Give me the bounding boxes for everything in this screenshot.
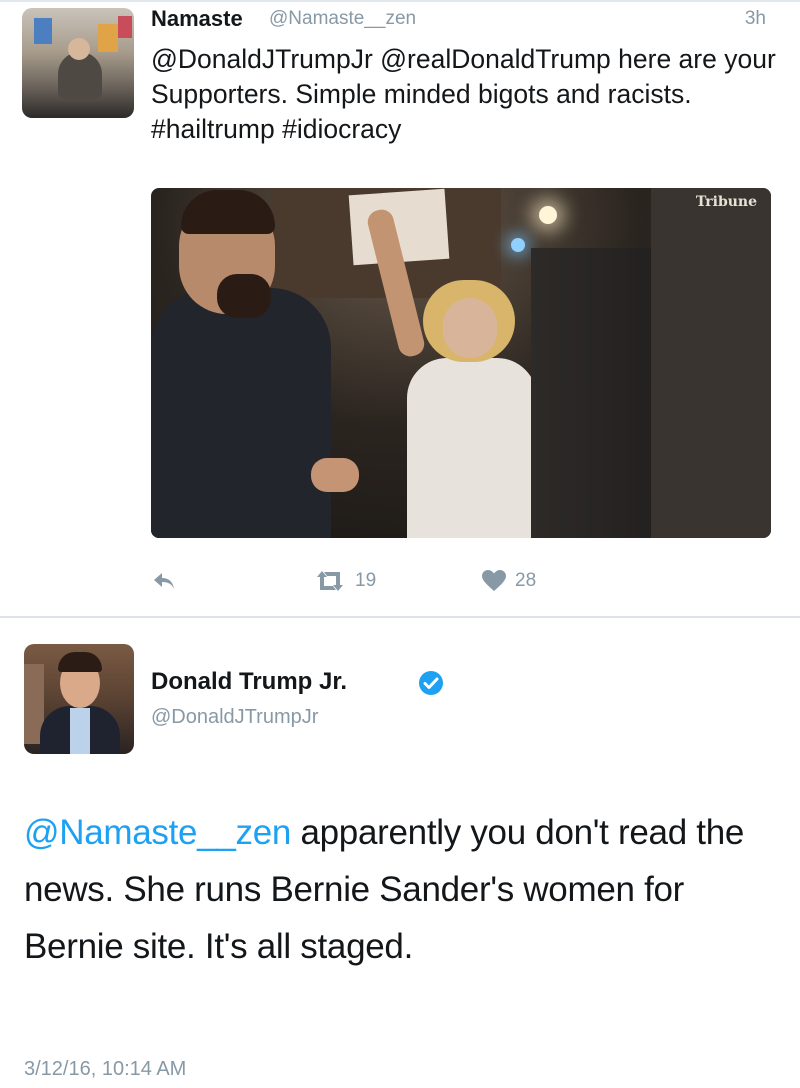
- author-handle[interactable]: @Namaste__zen: [269, 8, 416, 30]
- photo-man-body: [151, 288, 331, 538]
- photo-light: [511, 238, 525, 252]
- tweet-text: @DonaldJTrumpJr @realDonaldTrump here ar…: [151, 44, 776, 144]
- author-name[interactable]: Namaste: [151, 6, 243, 32]
- tweet-timestamp[interactable]: 3/12/16, 10:14 AM: [24, 1058, 186, 1081]
- photo-light: [539, 206, 557, 224]
- avatar-donaldjtrumpjr[interactable]: [24, 644, 134, 754]
- like-count: 28: [515, 570, 537, 591]
- photo-hand: [311, 458, 359, 492]
- photo-woman-face: [443, 298, 497, 358]
- retweet-count: 19: [355, 570, 377, 591]
- avatar-decor: [118, 16, 132, 38]
- avatar-shirt: [70, 708, 90, 754]
- author-name[interactable]: Donald Trump Jr.: [151, 668, 347, 696]
- reply-icon[interactable]: [151, 568, 177, 594]
- photo-right-person: [651, 188, 771, 538]
- avatar-namaste[interactable]: [22, 8, 134, 118]
- mention-link[interactable]: @Namaste__zen: [24, 813, 291, 852]
- avatar-figure-head: [68, 38, 90, 60]
- photo-man-hair: [181, 190, 275, 234]
- tweet-text: @Namaste__zen apparently you don't read …: [24, 804, 764, 975]
- photo-man-beard: [217, 274, 271, 318]
- author-handle[interactable]: @DonaldJTrumpJr: [151, 706, 318, 729]
- avatar-decor: [98, 24, 118, 52]
- photo-watermark: Tribune: [695, 194, 757, 210]
- like-icon[interactable]: [481, 569, 507, 593]
- tweet-time[interactable]: 3h: [745, 8, 766, 30]
- verified-badge-icon: [419, 671, 443, 695]
- tweet-actions: 19 28: [151, 564, 651, 600]
- photo-woman-body: [407, 358, 537, 538]
- tweet-photo[interactable]: Tribune: [151, 188, 771, 538]
- avatar-hair: [58, 652, 102, 672]
- tweet-card-namaste[interactable]: Namaste @Namaste__zen 3h @DonaldJTrumpJr…: [0, 0, 800, 618]
- avatar-decor: [34, 18, 52, 44]
- retweet-icon[interactable]: [313, 568, 347, 594]
- tweet-card-trumpjr[interactable]: Donald Trump Jr. @DonaldJTrumpJr @Namast…: [0, 618, 800, 1088]
